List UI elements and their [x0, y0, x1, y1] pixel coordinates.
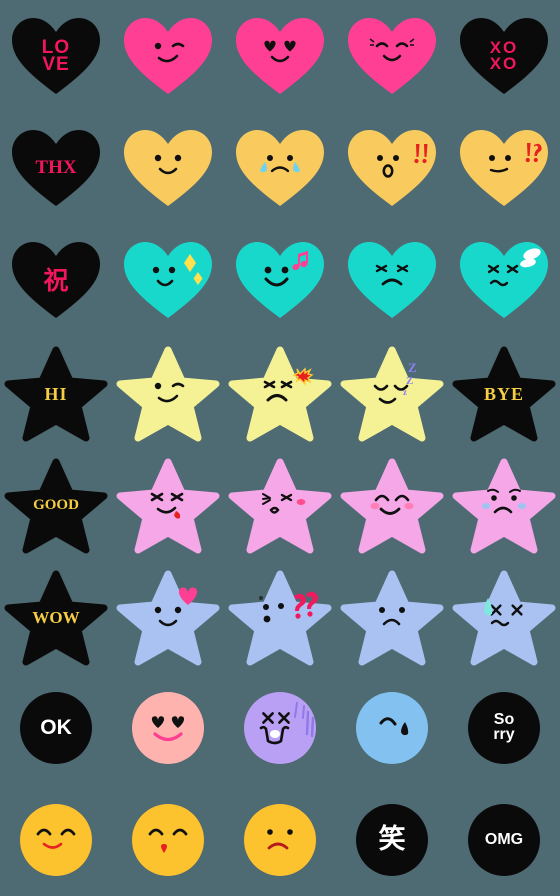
wailing-purple-circle-art: [224, 672, 336, 784]
angry-yellow-star-art: [224, 336, 336, 448]
sticker-smile-yellow-heart[interactable]: [112, 112, 224, 224]
annoyed-teal-heart-art: [448, 224, 560, 336]
sticker-smile-circle[interactable]: [0, 784, 112, 896]
sticker-wow-star[interactable]: WOW: [0, 560, 112, 672]
sticker-xoxo-heart[interactable]: XO XO: [448, 0, 560, 112]
emoji-sticker-grid: LO VE XO XO THX 祝 HI Z Zz BYE GOOD WOW OK So rry 笑 OM…: [0, 0, 560, 896]
sticker-angry-teal-heart[interactable]: [336, 224, 448, 336]
tongue-pink-star-art: [112, 448, 224, 560]
omg-circle-art: [448, 784, 560, 896]
sparkle-teal-heart-art: [112, 224, 224, 336]
wink-heart-art: [112, 0, 224, 112]
frown-circle-art: [224, 784, 336, 896]
sticker-shocked-yellow-heart[interactable]: [336, 112, 448, 224]
sad-pink-star-art: [448, 448, 560, 560]
bye-star-art: [448, 336, 560, 448]
sticker-confused-yellow-heart[interactable]: [448, 112, 560, 224]
sticker-love-blue-star[interactable]: [112, 560, 224, 672]
ok-circle-art: [0, 672, 112, 784]
kiss-pink-star-art: [224, 448, 336, 560]
smile-yellow-heart-art: [112, 112, 224, 224]
dead-blue-star-art: [448, 560, 560, 672]
sticker-happy-pink-star[interactable]: [336, 448, 448, 560]
sticker-tongue-pink-star[interactable]: [112, 448, 224, 560]
sticker-warai-circle[interactable]: 笑: [336, 784, 448, 896]
shocked-yellow-heart-art: [336, 112, 448, 224]
xoxo-heart-art: [448, 0, 560, 112]
sticker-crying-yellow-heart[interactable]: [224, 112, 336, 224]
angry-teal-heart-art: [336, 224, 448, 336]
hi-star-art: [0, 336, 112, 448]
svg-text:Z: Z: [408, 360, 417, 375]
iwai-heart-art: [0, 224, 112, 336]
sticker-kiss-circle[interactable]: [112, 784, 224, 896]
sticker-wailing-purple-circle[interactable]: [224, 672, 336, 784]
sticker-crying-blue-circle[interactable]: [336, 672, 448, 784]
smile-circle-art: [0, 784, 112, 896]
sticker-iwai-heart[interactable]: 祝: [0, 224, 112, 336]
wink-yellow-star-art: [112, 336, 224, 448]
sticker-wink-yellow-star[interactable]: [112, 336, 224, 448]
sad-blue-star-art: [336, 560, 448, 672]
sticker-love-heart[interactable]: LO VE: [0, 0, 112, 112]
svg-text:z: z: [403, 387, 407, 397]
sticker-music-teal-heart[interactable]: [224, 224, 336, 336]
sticker-ok-circle[interactable]: OK: [0, 672, 112, 784]
blush-smile-heart-art: [336, 0, 448, 112]
sticker-sad-blue-star[interactable]: [336, 560, 448, 672]
sticker-hi-star[interactable]: HI: [0, 336, 112, 448]
wow-star-art: [0, 560, 112, 672]
crying-yellow-heart-art: [224, 112, 336, 224]
love-blue-star-art: [112, 560, 224, 672]
sticker-thx-heart[interactable]: THX: [0, 112, 112, 224]
sticker-angry-yellow-star[interactable]: [224, 336, 336, 448]
sorry-circle-art: [448, 672, 560, 784]
warai-circle-art: [336, 784, 448, 896]
love-heart-art: [0, 0, 112, 112]
svg-text:Z: Z: [406, 375, 413, 387]
sticker-good-star[interactable]: GOOD: [0, 448, 112, 560]
music-teal-heart-art: [224, 224, 336, 336]
sticker-omg-circle[interactable]: OMG: [448, 784, 560, 896]
sticker-sparkle-teal-heart[interactable]: [112, 224, 224, 336]
confused-yellow-heart-art: [448, 112, 560, 224]
happy-pink-star-art: [336, 448, 448, 560]
sticker-sorry-circle[interactable]: So rry: [448, 672, 560, 784]
sticker-wink-heart[interactable]: [112, 0, 224, 112]
sticker-bye-star[interactable]: BYE: [448, 336, 560, 448]
sticker-kiss-pink-star[interactable]: [224, 448, 336, 560]
sticker-puzzled-blue-star[interactable]: [224, 560, 336, 672]
kiss-circle-art: [112, 784, 224, 896]
thx-heart-art: [0, 112, 112, 224]
sticker-heart-eyes-heart[interactable]: [224, 0, 336, 112]
sticker-heart-eyes-circle[interactable]: [112, 672, 224, 784]
puzzled-blue-star-art: [224, 560, 336, 672]
sticker-sad-pink-star[interactable]: [448, 448, 560, 560]
sticker-dead-blue-star[interactable]: [448, 560, 560, 672]
heart-eyes-circle-art: [112, 672, 224, 784]
heart-eyes-heart-art: [224, 0, 336, 112]
sticker-annoyed-teal-heart[interactable]: [448, 224, 560, 336]
good-star-art: [0, 448, 112, 560]
sticker-sleepy-yellow-star[interactable]: ZZz: [336, 336, 448, 448]
sticker-frown-circle[interactable]: [224, 784, 336, 896]
crying-blue-circle-art: [336, 672, 448, 784]
sleepy-yellow-star-art: ZZz: [336, 336, 448, 448]
sticker-blush-smile-heart[interactable]: [336, 0, 448, 112]
